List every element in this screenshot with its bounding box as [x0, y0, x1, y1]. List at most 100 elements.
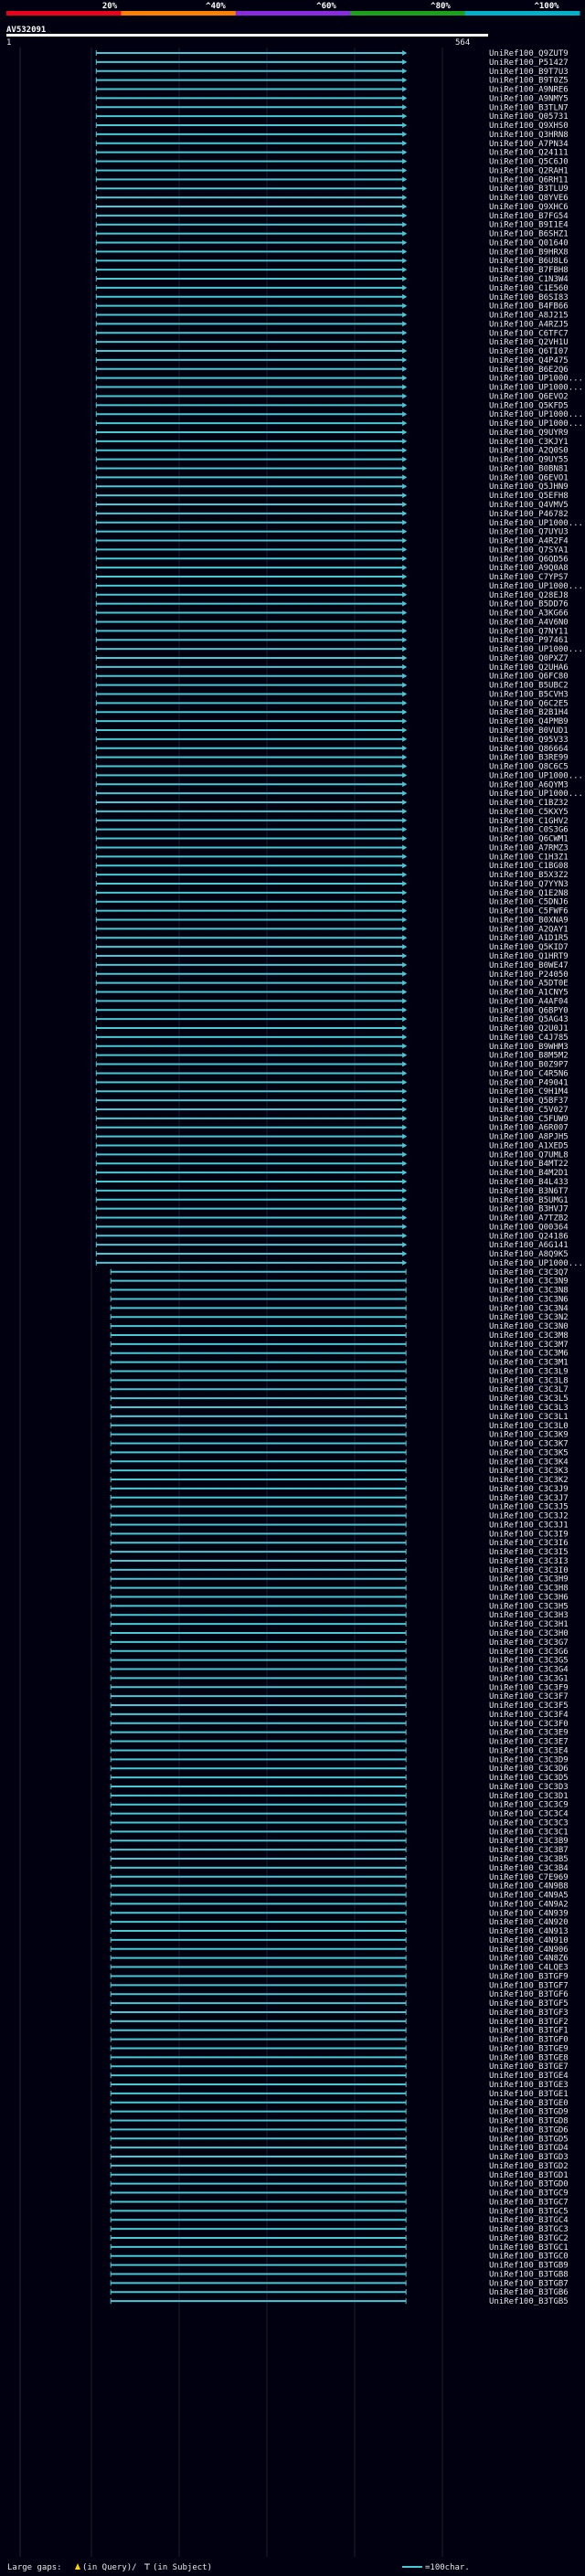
hit-label[interactable]: UniRef100_C3C3E9	[489, 1729, 569, 1738]
hit-label[interactable]: UniRef100_A7RMZ3	[489, 843, 569, 853]
hit-label[interactable]: UniRef100_C4N9B8	[489, 1882, 569, 1892]
hit-label[interactable]: UniRef100_A1XED5	[489, 1141, 569, 1150]
hit-label[interactable]: UniRef100_B3TLN7	[489, 103, 569, 112]
hit-label[interactable]: UniRef100_B6SHZ1	[489, 230, 569, 239]
hit-label[interactable]: UniRef100_Q6TI07	[489, 347, 569, 356]
hit-label[interactable]: UniRef100_C4N913	[489, 1927, 569, 1936]
hit-label[interactable]: UniRef100_B3TGB7	[489, 2279, 569, 2288]
hit-label[interactable]: UniRef100_C3C3G7	[489, 1638, 569, 1648]
hit-label[interactable]: UniRef100_A8PJH5	[489, 1133, 569, 1142]
hit-label[interactable]: UniRef100_A2QAY1	[489, 925, 569, 934]
hit-label[interactable]: UniRef100_C3C3C1	[489, 1828, 569, 1837]
hit-label[interactable]: UniRef100_A6G141	[489, 1241, 569, 1250]
hit-label[interactable]: UniRef100_C3C3I6	[489, 1539, 569, 1548]
hit-label[interactable]: UniRef100_A7TZB2	[489, 1214, 569, 1224]
hit-label[interactable]: UniRef100_B3TGD9	[489, 2108, 569, 2117]
hit-label[interactable]: UniRef100_C3C3G6	[489, 1648, 569, 1657]
hit-label[interactable]: UniRef100_C4LQE3	[489, 1964, 569, 1973]
hit-label[interactable]: UniRef100_UP1000...	[489, 645, 583, 654]
hit-label[interactable]: UniRef100_C3C3G4	[489, 1666, 569, 1675]
hit-label[interactable]: UniRef100_Q5BF37	[489, 1097, 569, 1106]
hit-label[interactable]: UniRef100_C9H1M4	[489, 1087, 569, 1097]
hit-label[interactable]: UniRef100_C3C3M1	[489, 1359, 569, 1368]
hit-label[interactable]: UniRef100_A9NRE6	[489, 86, 569, 95]
hit-label[interactable]: UniRef100_Q6EVO1	[489, 473, 569, 482]
hit-label[interactable]: UniRef100_Q7NY11	[489, 627, 569, 636]
hit-label[interactable]: UniRef100_B3TGE4	[489, 2072, 569, 2081]
hit-label[interactable]: UniRef100_B0WE47	[489, 961, 569, 970]
hit-label[interactable]: UniRef100_B5UMG1	[489, 1196, 569, 1205]
hit-label[interactable]: UniRef100_B3TGB6	[489, 2288, 569, 2297]
hit-label[interactable]: UniRef100_A9Q0A8	[489, 564, 569, 573]
hit-label[interactable]: UniRef100_B3TGF0	[489, 2036, 569, 2045]
hit-label[interactable]: UniRef100_C3C3H6	[489, 1593, 569, 1602]
hit-label[interactable]: UniRef100_C4J785	[489, 1034, 569, 1043]
hit-label[interactable]: UniRef100_C3C3I5	[489, 1548, 569, 1557]
hit-label[interactable]: UniRef100_C3C3D9	[489, 1755, 569, 1765]
hit-label[interactable]: UniRef100_UP1000...	[489, 419, 583, 429]
hit-label[interactable]: UniRef100_C3C3J9	[489, 1485, 569, 1494]
hit-label[interactable]: UniRef100_C3C3I9	[489, 1530, 569, 1539]
hit-label[interactable]: UniRef100_Q6C2E5	[489, 699, 569, 708]
hit-label[interactable]: UniRef100_B5CVH3	[489, 690, 569, 699]
hit-label[interactable]: UniRef100_C4N9A2	[489, 1900, 569, 1909]
hit-label[interactable]: UniRef100_C3C3J5	[489, 1503, 569, 1512]
hit-label[interactable]: UniRef100_C3C3E7	[489, 1738, 569, 1747]
hit-label[interactable]: UniRef100_C4R5N6	[489, 1069, 569, 1078]
hit-label[interactable]: UniRef100_C3C3H3	[489, 1611, 569, 1620]
hit-label[interactable]: UniRef100_C3C3H0	[489, 1629, 569, 1638]
hit-label[interactable]: UniRef100_C3C3C4	[489, 1810, 569, 1819]
hit-label[interactable]: UniRef100_A6QYM3	[489, 780, 569, 790]
hit-label[interactable]: UniRef100_A4AF04	[489, 997, 569, 1006]
hit-label[interactable]: UniRef100_P49041	[489, 1078, 569, 1087]
hit-label[interactable]: UniRef100_C3C3B4	[489, 1864, 569, 1873]
hit-label[interactable]: UniRef100_C3C3L8	[489, 1376, 569, 1385]
hit-label[interactable]: UniRef100_Q9UYR9	[489, 429, 569, 438]
hit-label[interactable]: UniRef100_Q05731	[489, 112, 569, 122]
hit-label[interactable]: UniRef100_Q7YYN3	[489, 880, 569, 889]
hit-label[interactable]: UniRef100_C3C3G1	[489, 1674, 569, 1683]
hit-label[interactable]: UniRef100_Q9XHC6	[489, 203, 569, 212]
hit-label[interactable]: UniRef100_B4MT22	[489, 1160, 569, 1169]
hit-label[interactable]: UniRef100_C3C3L5	[489, 1394, 569, 1404]
hit-label[interactable]: UniRef100_Q5KFD5	[489, 401, 569, 410]
hit-label[interactable]: UniRef100_B9T7U3	[489, 68, 569, 77]
hit-label[interactable]: UniRef100_B3TGE9	[489, 2044, 569, 2053]
hit-label[interactable]: UniRef100_C3C3H9	[489, 1575, 569, 1585]
hit-label[interactable]: UniRef100_B3TGF5	[489, 1999, 569, 2009]
hit-label[interactable]: UniRef100_Q5C6J0	[489, 158, 569, 167]
hit-label[interactable]: UniRef100_B3TLU9	[489, 185, 569, 194]
hit-label[interactable]: UniRef100_B3TGD2	[489, 2162, 569, 2171]
hit-label[interactable]: UniRef100_C5FUW9	[489, 1115, 569, 1124]
hit-label[interactable]: UniRef100_Q4VMV5	[489, 501, 569, 510]
hit-label[interactable]: UniRef100_B3TGE8	[489, 2053, 569, 2062]
hit-label[interactable]: UniRef100_C3C3I3	[489, 1557, 569, 1566]
hit-label[interactable]: UniRef100_A4RZJ5	[489, 320, 569, 329]
hit-label[interactable]: UniRef100_UP1000...	[489, 519, 583, 528]
hit-label[interactable]: UniRef100_A1D1R5	[489, 934, 569, 943]
hit-label[interactable]: UniRef100_A6R007	[489, 1124, 569, 1133]
hit-label[interactable]: UniRef100_B3TGE0	[489, 2099, 569, 2108]
hit-label[interactable]: UniRef100_Q3HRN8	[489, 131, 569, 140]
hit-label[interactable]: UniRef100_B3TGD0	[489, 2180, 569, 2189]
hit-label[interactable]: UniRef100_B3TGC0	[489, 2253, 569, 2262]
hit-label[interactable]: UniRef100_B0BN81	[489, 464, 569, 473]
hit-label[interactable]: UniRef100_C3C3H5	[489, 1602, 569, 1611]
hit-label[interactable]: UniRef100_Q28EJ8	[489, 591, 569, 600]
hit-label[interactable]: UniRef100_A8J215	[489, 312, 569, 321]
hit-label[interactable]: UniRef100_C3C3B9	[489, 1837, 569, 1846]
hit-label[interactable]: UniRef100_C3C3C9	[489, 1801, 569, 1810]
hit-label[interactable]: UniRef100_C1BZ32	[489, 799, 569, 808]
hit-label[interactable]: UniRef100_C4N920	[489, 1918, 569, 1927]
hit-label[interactable]: UniRef100_C3C3N2	[489, 1313, 569, 1322]
hit-label[interactable]: UniRef100_C3C3L1	[489, 1413, 569, 1422]
hit-label[interactable]: UniRef100_C3C3H1	[489, 1620, 569, 1629]
hit-label[interactable]: UniRef100_C3KJY1	[489, 438, 569, 447]
hit-label[interactable]: UniRef100_C3C3B7	[489, 1846, 569, 1855]
hit-label[interactable]: UniRef100_B3TGC7	[489, 2198, 569, 2207]
hit-label[interactable]: UniRef100_C5DNJ6	[489, 898, 569, 907]
hit-label[interactable]: UniRef100_C3C3F9	[489, 1683, 569, 1692]
hit-label[interactable]: UniRef100_Q7UYU3	[489, 528, 569, 537]
hit-label[interactable]: UniRef100_C3C3J7	[489, 1494, 569, 1503]
hit-label[interactable]: UniRef100_B3TGF3	[489, 2009, 569, 2018]
